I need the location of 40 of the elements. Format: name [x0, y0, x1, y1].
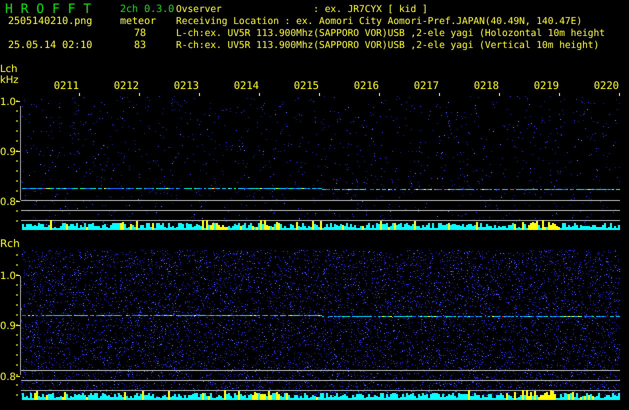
info-line: L-ch:ex. UV5R 113.900Mhz(SAPPORO VOR)USB ,2-ele yagi (Holozontal 10m height [176, 28, 606, 40]
time-label: 0216 [354, 80, 380, 92]
info-line: Ovserver : ex. JR7CYX [ kid ] [176, 4, 429, 16]
meteor-count: 83 [133, 40, 148, 52]
time-tick [79, 93, 80, 96]
date-time: 25.05.14 02:10 [7, 40, 94, 52]
time-label: 0213 [174, 80, 200, 92]
time-tick [319, 93, 320, 96]
unit-label: kHz [0, 75, 20, 86]
time-tick [439, 93, 440, 96]
file-name: 2505140210.png [7, 16, 94, 28]
axis-label: 0.8 [0, 197, 16, 208]
time-label: 0218 [474, 80, 500, 92]
info-line: Receiving Location : ex. Aomori City Aomori-Pref.JAPAN(40.49N, 140.47E) [176, 16, 584, 28]
time-tick [499, 93, 500, 96]
time-tick [259, 93, 260, 96]
time-tick [619, 93, 620, 96]
time-label: 0214 [234, 80, 260, 92]
time-tick [559, 93, 560, 96]
time-label: 0217 [414, 80, 440, 92]
time-label: 0220 [594, 80, 620, 92]
axis-label: 0.9 [0, 147, 16, 158]
time-tick [379, 93, 380, 96]
time-label: 0219 [534, 80, 560, 92]
app-version: 2ch 0.3.0 [120, 4, 176, 16]
axis-label: 1.0 [0, 271, 16, 282]
axis-label: 1.0 [0, 97, 16, 108]
axis-label: 0.8 [0, 372, 16, 383]
time-tick [199, 93, 200, 96]
meteor-count: 78 [133, 28, 148, 40]
channel-label: Rch [0, 238, 20, 250]
time-tick [139, 93, 140, 96]
time-label: 0211 [54, 80, 80, 92]
time-label: 0215 [294, 80, 320, 92]
time-label: 0212 [114, 80, 140, 92]
app-name: H R O F F T [4, 4, 92, 16]
channel-label: Lch [0, 64, 18, 75]
meteor-label: meteor [120, 16, 158, 28]
axis-label: 0.9 [0, 321, 16, 332]
info-line: R-ch:ex. UV5R 113.900Mhz(SAPPORO VOR)USB ,2-ele yagi (Vertical 10m height) [176, 40, 600, 52]
